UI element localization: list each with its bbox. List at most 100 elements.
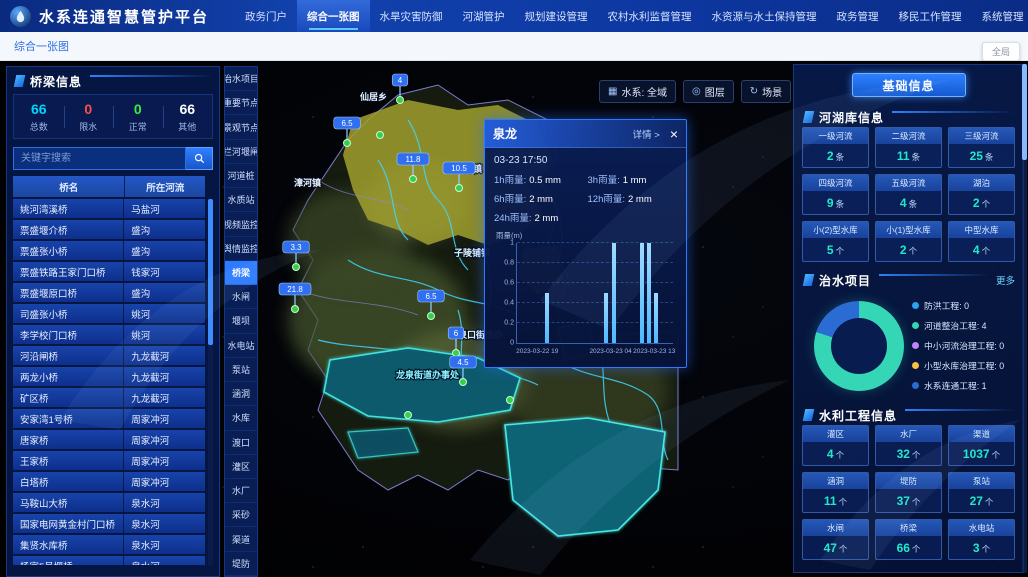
- layer-menu-item[interactable]: 渠道: [225, 527, 257, 551]
- layer-menu-item[interactable]: 堤防: [225, 552, 257, 576]
- table-row[interactable]: 票盛铁路王家门口桥钱家河: [13, 262, 205, 281]
- stat-card[interactable]: 一级河流2条: [802, 127, 869, 168]
- table-row[interactable]: 集贤水库桥泉水河: [13, 535, 205, 554]
- legend-item[interactable]: 水系连通工程: 1: [912, 379, 1015, 392]
- table-row[interactable]: 司盛张小桥姚河: [13, 304, 205, 323]
- table-row[interactable]: 李学校门口桥姚河: [13, 325, 205, 344]
- legend-item[interactable]: 中小河流治理工程: 0: [912, 339, 1015, 352]
- stat-card[interactable]: 堤防37个: [875, 472, 942, 513]
- table-row[interactable]: 杨家5号堰桥泉水河: [13, 556, 205, 565]
- table-row[interactable]: 票盛张小桥盛沟: [13, 241, 205, 260]
- stat-card[interactable]: 小(2)型水库5个: [802, 221, 869, 262]
- layer-menu-item[interactable]: 灌区: [225, 455, 257, 479]
- map-pin-icon[interactable]: [344, 140, 351, 147]
- table-row[interactable]: 河沿闸桥九龙截河: [13, 346, 205, 365]
- map-pin-icon[interactable]: [405, 412, 412, 419]
- nav-item[interactable]: 河湖管护: [453, 0, 515, 32]
- layer-menu-item[interactable]: 泵站: [225, 358, 257, 382]
- layer-menu-item[interactable]: 水质站: [225, 188, 257, 212]
- nav-item[interactable]: 农村水利监督管理: [598, 0, 702, 32]
- map-control-button[interactable]: ↻场景: [741, 80, 791, 103]
- map-pin-icon[interactable]: [453, 350, 460, 357]
- map-control-button[interactable]: ◎图层: [683, 80, 734, 103]
- layer-menu-item[interactable]: 涵洞: [225, 382, 257, 406]
- table-row[interactable]: 唐家桥周家冲河: [13, 430, 205, 449]
- table-row[interactable]: 王家桥周家冲河: [13, 451, 205, 470]
- nav-item[interactable]: 水旱灾害防御: [370, 0, 453, 32]
- stat-card[interactable]: 泵站27个: [948, 472, 1015, 513]
- map-pin-icon[interactable]: [292, 306, 299, 313]
- layer-menu-item[interactable]: 水闸: [225, 285, 257, 309]
- stat-card[interactable]: 湖泊2个: [948, 174, 1015, 215]
- stat-card[interactable]: 小(1)型水库2个: [875, 221, 942, 262]
- search-input[interactable]: [13, 147, 186, 170]
- layer-menu-item[interactable]: 拦河堰闸: [225, 140, 257, 164]
- map-pin-icon[interactable]: [507, 397, 514, 404]
- map-pin-icon[interactable]: [428, 313, 435, 320]
- map-pin-icon[interactable]: [456, 185, 463, 192]
- stat-card[interactable]: 渠道1037个: [948, 425, 1015, 466]
- stat-card[interactable]: 水厂32个: [875, 425, 942, 466]
- layer-menu-item[interactable]: 水电站: [225, 334, 257, 358]
- popup-detail-link[interactable]: 详情 >: [633, 127, 660, 141]
- table-row[interactable]: 马鞍山大桥泉水河: [13, 493, 205, 512]
- table-row[interactable]: 国家电网黄金村门口桥泉水河: [13, 514, 205, 533]
- table-row[interactable]: 票盛堰介桥盛沟: [13, 220, 205, 239]
- nav-item[interactable]: 水资源与水土保持管理: [702, 0, 827, 32]
- page-scrollbar-thumb[interactable]: [1022, 64, 1027, 160]
- table-row[interactable]: 票盛堰原口桥盛沟: [13, 283, 205, 302]
- map-pin-icon[interactable]: [460, 379, 467, 386]
- stat-card[interactable]: 桥梁66个: [875, 519, 942, 560]
- map-pin-icon[interactable]: [397, 97, 404, 104]
- layer-menu-item[interactable]: 视频监控: [225, 212, 257, 236]
- search-button[interactable]: [186, 147, 213, 170]
- map-pin-icon[interactable]: [410, 176, 417, 183]
- nav-item[interactable]: 政务门户: [235, 0, 297, 32]
- stat-card[interactable]: 二级河流11条: [875, 127, 942, 168]
- layer-menu-item[interactable]: 采砂: [225, 503, 257, 527]
- corner-chip[interactable]: 全局: [982, 42, 1020, 61]
- table-row[interactable]: 矿区桥九龙截河: [13, 388, 205, 407]
- map-pin-icon[interactable]: [377, 132, 384, 139]
- basic-info-tab[interactable]: 基础信息: [852, 73, 966, 97]
- layer-menu-item[interactable]: 渡口: [225, 431, 257, 455]
- layer-menu-item[interactable]: 治水项目: [225, 67, 257, 91]
- stat-card[interactable]: 中型水库4个: [948, 221, 1015, 262]
- layer-menu-item[interactable]: 水厂: [225, 479, 257, 503]
- stat-card[interactable]: 水电站3个: [948, 519, 1015, 560]
- nav-item[interactable]: 政务管理: [827, 0, 889, 32]
- layer-menu-item[interactable]: 舆情监控: [225, 237, 257, 261]
- stat-card[interactable]: 水闸47个: [802, 519, 869, 560]
- stat-card[interactable]: 灌区4个: [802, 425, 869, 466]
- layer-menu-item[interactable]: 重要节点: [225, 91, 257, 115]
- table-row[interactable]: 白塔桥周家冲河: [13, 472, 205, 491]
- nav-item[interactable]: 综合一张图: [297, 0, 370, 32]
- stat-card[interactable]: 四级河流9条: [802, 174, 869, 215]
- nav-item[interactable]: 系统管理: [972, 0, 1028, 32]
- nav-item[interactable]: 移民工作管理: [889, 0, 972, 32]
- table-row[interactable]: 两龙小桥九龙截河: [13, 367, 205, 386]
- table-row[interactable]: 姚河湾溪桥马盐河: [13, 199, 205, 218]
- stat-card[interactable]: 五级河流4条: [875, 174, 942, 215]
- breadcrumb[interactable]: 综合一张图: [0, 38, 69, 54]
- layer-menu-item[interactable]: 水库: [225, 406, 257, 430]
- more-link[interactable]: 更多: [996, 273, 1015, 287]
- table-scrollbar[interactable]: [208, 199, 213, 565]
- layer-menu-item[interactable]: 桥梁: [225, 261, 257, 285]
- layer-menu-item[interactable]: 景观节点: [225, 115, 257, 139]
- table-scrollbar-thumb[interactable]: [208, 199, 213, 345]
- nav-item[interactable]: 规划建设管理: [515, 0, 598, 32]
- map-control-button[interactable]: ▦水系: 全域: [599, 80, 676, 103]
- legend-item[interactable]: 小型水库治理工程: 0: [912, 359, 1015, 372]
- legend-item[interactable]: 河道整治工程: 4: [912, 319, 1015, 332]
- legend-item[interactable]: 防洪工程: 0: [912, 299, 1015, 312]
- map-pin-icon[interactable]: [293, 264, 300, 271]
- close-icon[interactable]: ×: [670, 127, 678, 141]
- bridge-table[interactable]: 桥名 所在河流 姚河湾溪桥马盐河票盛堰介桥盛沟票盛张小桥盛沟票盛铁路王家门口桥钱…: [13, 176, 213, 565]
- layer-menu-item[interactable]: 堰坝: [225, 309, 257, 333]
- layer-menu-item[interactable]: 河道桩: [225, 164, 257, 188]
- stat-card[interactable]: 三级河流25条: [948, 127, 1015, 168]
- page-scrollbar[interactable]: [1022, 64, 1027, 573]
- stat-card[interactable]: 涵洞11个: [802, 472, 869, 513]
- table-row[interactable]: 安家湾1号桥周家冲河: [13, 409, 205, 428]
